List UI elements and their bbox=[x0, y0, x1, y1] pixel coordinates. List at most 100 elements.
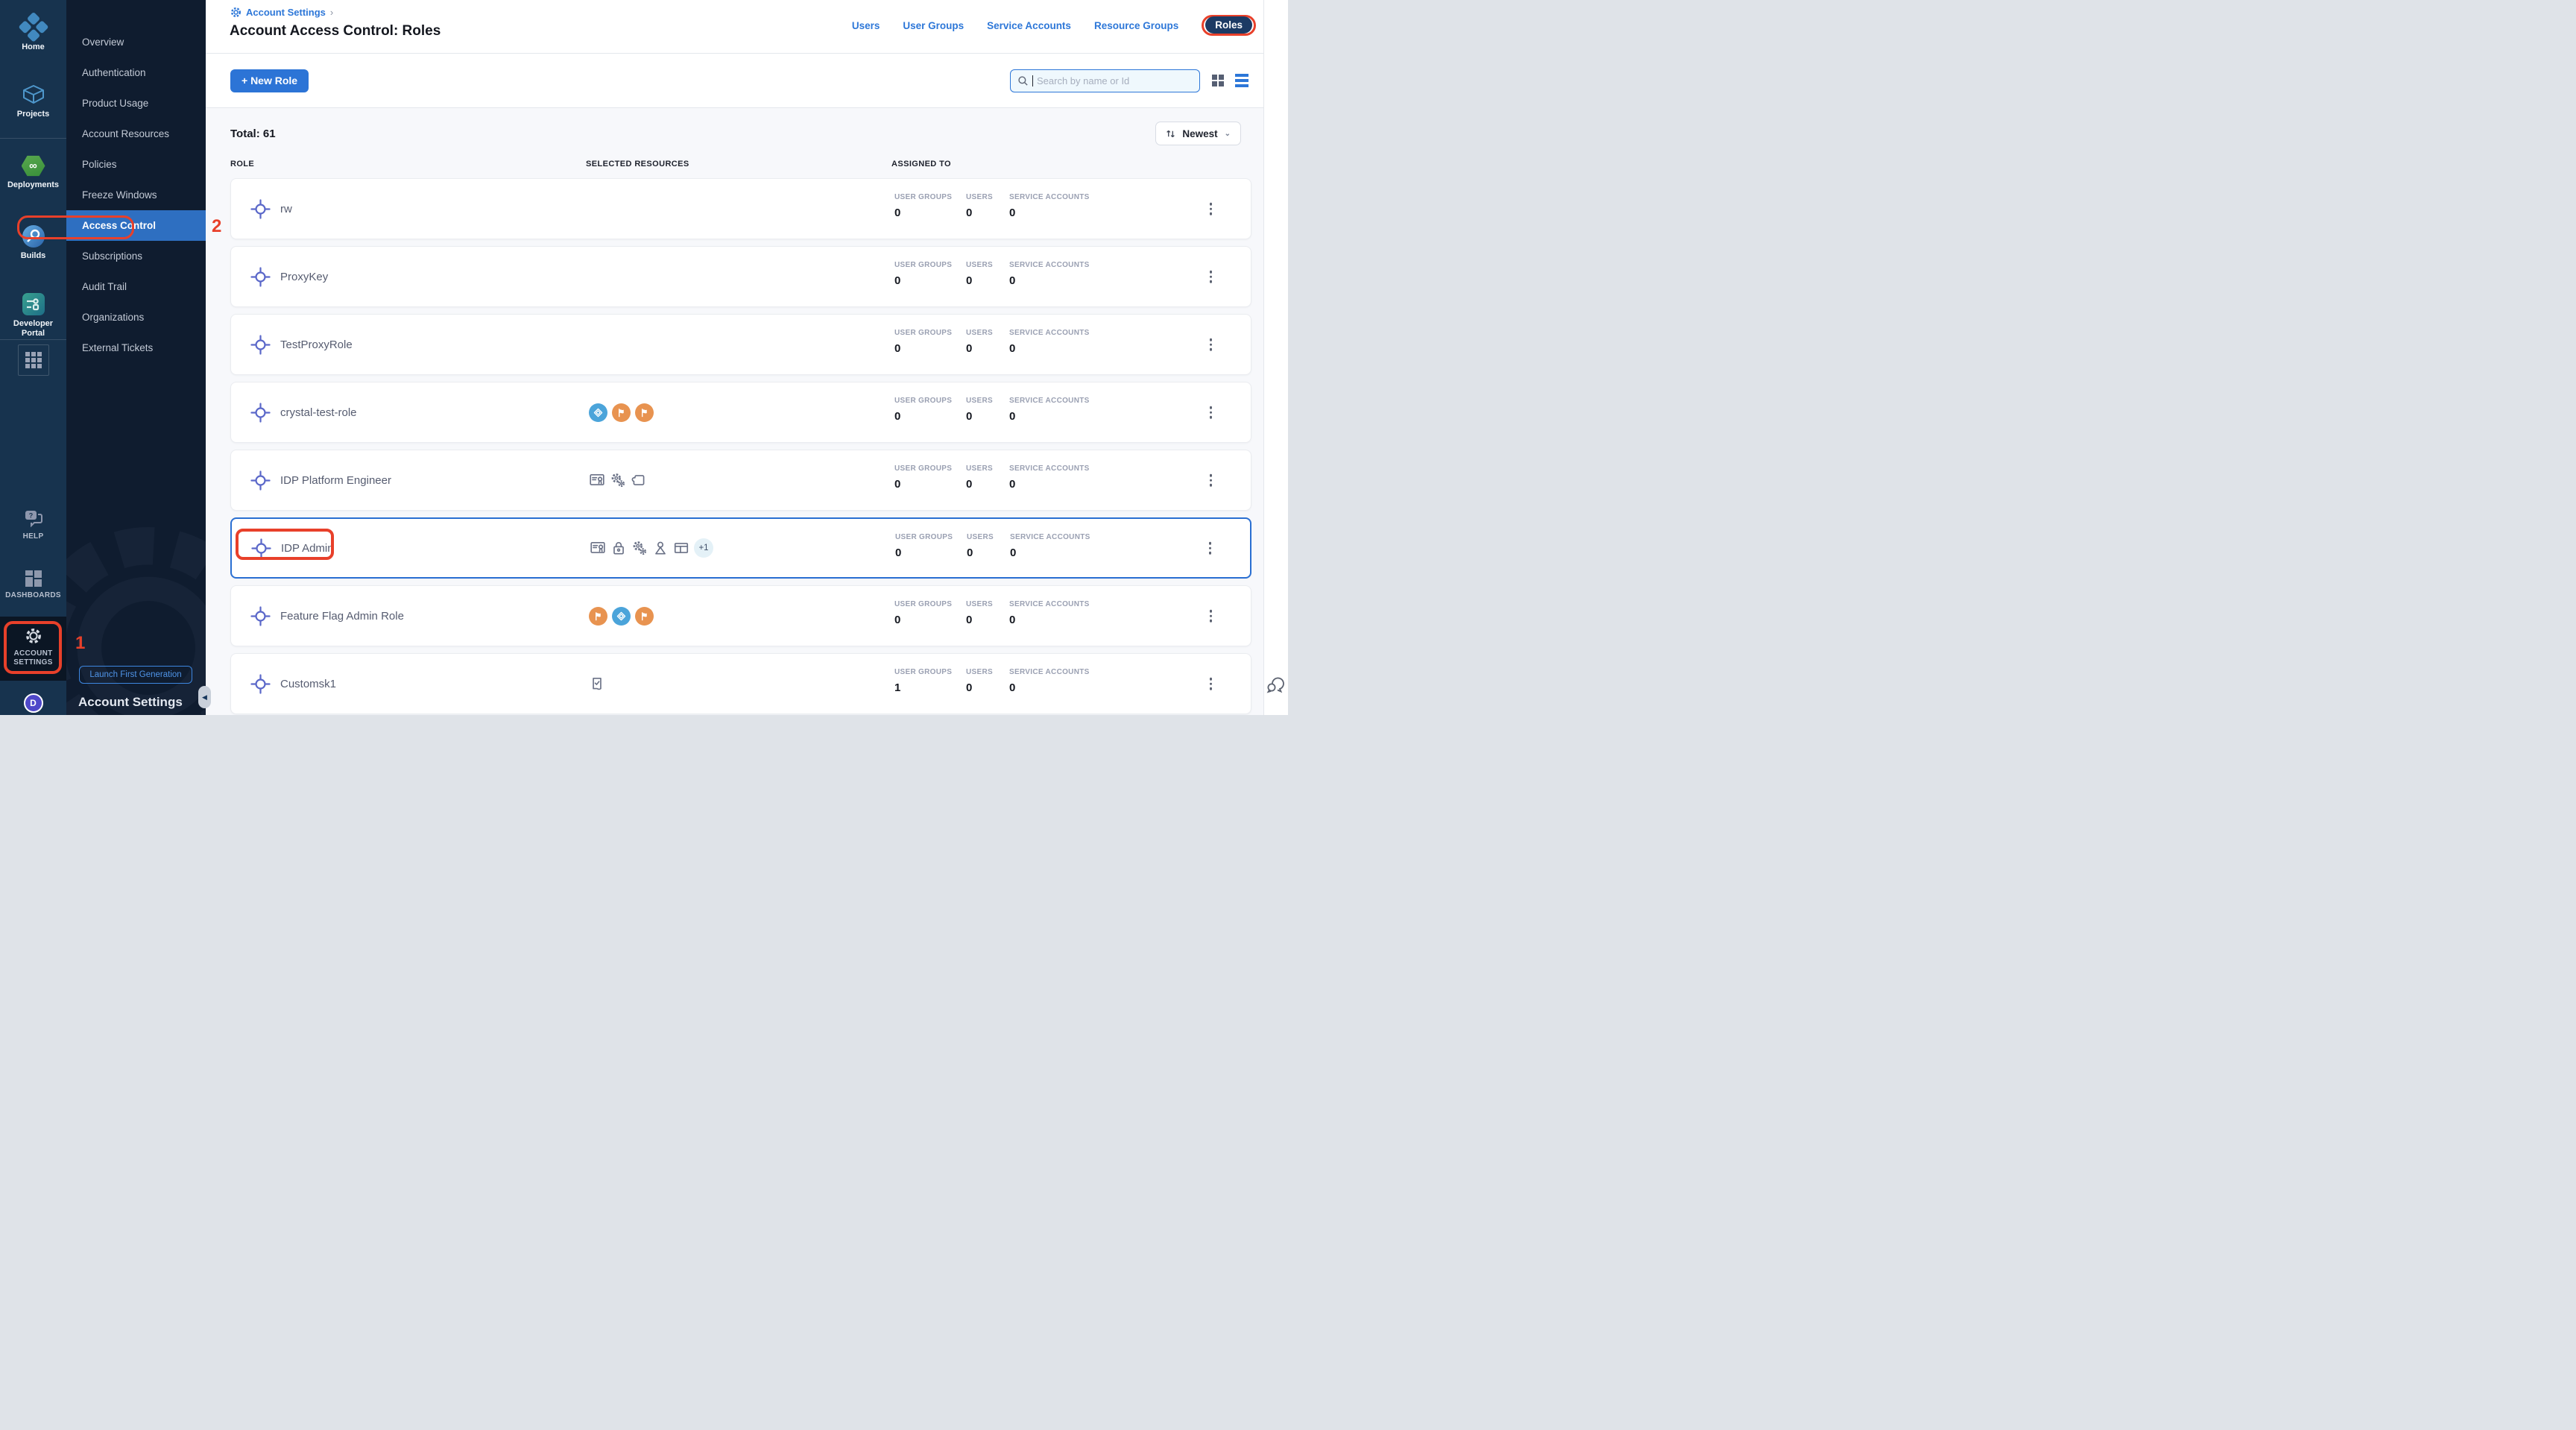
checklist-icon bbox=[589, 675, 605, 692]
nav-help[interactable]: ? HELP bbox=[0, 508, 66, 541]
row-menu-kebab-icon[interactable] bbox=[1207, 675, 1216, 693]
nav-projects[interactable]: Projects bbox=[0, 84, 66, 119]
sidebar-item-account-resources[interactable]: Account Resources bbox=[66, 119, 206, 149]
service-accounts-label: SERVICE ACCOUNTS bbox=[1009, 329, 1121, 337]
column-selected-resources: SELECTED RESOURCES bbox=[586, 160, 689, 168]
assigned-to-stats: USER GROUPS0 USERS0 SERVICE ACCOUNTS0 bbox=[894, 464, 1121, 491]
users-label: USERS bbox=[966, 193, 1009, 201]
list-view-icon[interactable] bbox=[1235, 74, 1248, 87]
selected-resources-cell bbox=[589, 450, 647, 510]
user-groups-label: USER GROUPS bbox=[894, 261, 966, 269]
sidebar-item-audit-trail[interactable]: Audit Trail bbox=[66, 271, 206, 302]
sidebar-item-policies[interactable]: Policies bbox=[66, 149, 206, 180]
role-cell: ProxyKey bbox=[250, 247, 328, 306]
sidebar-menu: Overview Authentication Product Usage Ac… bbox=[66, 27, 206, 363]
tab-user-groups[interactable]: User Groups bbox=[903, 20, 964, 31]
sidebar-item-external-tickets[interactable]: External Tickets bbox=[66, 333, 206, 363]
nav-home-label: Home bbox=[0, 42, 66, 52]
role-row[interactable]: Customsk1 USER GROUPS1 USERS0 SERVICE AC… bbox=[230, 653, 1251, 714]
selected-resources-cell bbox=[589, 382, 654, 442]
assigned-to-stats: USER GROUPS0 USERS0 SERVICE ACCOUNTS0 bbox=[894, 329, 1121, 355]
breadcrumb[interactable]: Account Settings › bbox=[230, 7, 333, 18]
user-groups-label: USER GROUPS bbox=[894, 329, 966, 337]
service-accounts-label: SERVICE ACCOUNTS bbox=[1009, 261, 1121, 269]
nav-developer-portal-label: Developer Portal bbox=[7, 319, 60, 338]
user-avatar[interactable]: D bbox=[24, 693, 43, 713]
assigned-to-stats: USER GROUPS0 USERS0 SERVICE ACCOUNTS0 bbox=[894, 261, 1121, 287]
developer-portal-icon bbox=[0, 293, 66, 315]
sidebar-item-freeze-windows[interactable]: Freeze Windows bbox=[66, 180, 206, 210]
page-header: Account Settings › Account Access Contro… bbox=[206, 0, 1263, 54]
role-row[interactable]: rw USER GROUPS0 USERS0 SERVICE ACCOUNTS0 bbox=[230, 178, 1251, 239]
user-groups-value: 0 bbox=[894, 410, 966, 423]
row-menu-kebab-icon[interactable] bbox=[1207, 268, 1216, 286]
nav-apps-launcher[interactable] bbox=[0, 344, 66, 376]
person-icon bbox=[652, 540, 669, 556]
service-accounts-value: 0 bbox=[1009, 342, 1121, 355]
sidebar-item-product-usage[interactable]: Product Usage bbox=[66, 88, 206, 119]
right-utility-rail bbox=[1263, 0, 1288, 715]
sort-dropdown[interactable]: Newest ⌄ bbox=[1155, 122, 1241, 145]
role-row[interactable]: ProxyKey USER GROUPS0 USERS0 SERVICE ACC… bbox=[230, 246, 1251, 307]
row-menu-kebab-icon[interactable] bbox=[1206, 539, 1215, 558]
gear-icon bbox=[230, 7, 242, 18]
grid-view-icon[interactable] bbox=[1212, 75, 1224, 86]
sidebar-item-overview[interactable]: Overview bbox=[66, 27, 206, 57]
column-assigned-to: ASSIGNED TO bbox=[891, 160, 951, 168]
tab-service-accounts[interactable]: Service Accounts bbox=[987, 20, 1071, 31]
nav-deployments[interactable]: ∞ Deployments bbox=[0, 155, 66, 190]
assigned-to-stats: USER GROUPS0 USERS0 SERVICE ACCOUNTS0 bbox=[895, 533, 1122, 559]
users-label: USERS bbox=[967, 533, 1010, 541]
users-value: 0 bbox=[966, 410, 1009, 423]
service-accounts-label: SERVICE ACCOUNTS bbox=[1009, 193, 1121, 201]
tab-users[interactable]: Users bbox=[852, 20, 880, 31]
rail-divider bbox=[0, 138, 66, 139]
nav-home[interactable]: Home bbox=[0, 16, 66, 52]
users-value: 0 bbox=[966, 478, 1009, 491]
chat-support-icon[interactable] bbox=[1266, 674, 1286, 694]
row-menu-kebab-icon[interactable] bbox=[1207, 607, 1216, 626]
user-groups-value: 0 bbox=[894, 207, 966, 219]
user-groups-label: USER GROUPS bbox=[894, 397, 966, 405]
role-crosshair-icon bbox=[250, 470, 271, 491]
app-window: Home Projects ∞ Deployments Builds Devel… bbox=[0, 0, 1288, 715]
service-accounts-value: 0 bbox=[1009, 681, 1121, 694]
breadcrumb-chevron: › bbox=[330, 7, 333, 18]
role-cell: TestProxyRole bbox=[250, 315, 353, 374]
nav-dashboards[interactable]: DASHBOARDS bbox=[0, 570, 66, 600]
role-crosshair-icon bbox=[250, 335, 271, 355]
role-row[interactable]: Feature Flag Admin Role USER GROUPS0 USE… bbox=[230, 585, 1251, 646]
gears-icon bbox=[610, 472, 626, 488]
gears-icon bbox=[631, 540, 648, 556]
user-groups-label: USER GROUPS bbox=[894, 193, 966, 201]
search-input[interactable]: Search by name or Id bbox=[1010, 69, 1200, 92]
selected-resources-cell bbox=[589, 586, 654, 646]
role-row[interactable]: IDP Admin +1 USER GROUPS0 USERS0 SERVICE… bbox=[230, 517, 1251, 579]
main-content: Account Settings › Account Access Contro… bbox=[206, 0, 1263, 715]
service-accounts-value: 0 bbox=[1009, 274, 1121, 287]
role-row[interactable]: IDP Platform Engineer USER GROUPS0 USERS… bbox=[230, 450, 1251, 511]
search-placeholder: Search by name or Id bbox=[1037, 75, 1129, 86]
sidebar-item-authentication[interactable]: Authentication bbox=[66, 57, 206, 88]
stack-badge-icon bbox=[612, 607, 631, 626]
sort-arrows-icon bbox=[1166, 129, 1175, 139]
service-accounts-label: SERVICE ACCOUNTS bbox=[1009, 397, 1121, 405]
row-menu-kebab-icon[interactable] bbox=[1207, 200, 1216, 218]
tab-resource-groups[interactable]: Resource Groups bbox=[1094, 20, 1178, 31]
nav-developer-portal[interactable]: Developer Portal bbox=[0, 293, 66, 338]
sidebar-collapse-toggle[interactable]: ◀ bbox=[198, 686, 211, 708]
roles-list: rw USER GROUPS0 USERS0 SERVICE ACCOUNTS0… bbox=[230, 178, 1251, 715]
more-resources-badge[interactable]: +1 bbox=[694, 538, 713, 558]
row-menu-kebab-icon[interactable] bbox=[1207, 336, 1216, 354]
role-row[interactable]: TestProxyRole USER GROUPS0 USERS0 SERVIC… bbox=[230, 314, 1251, 375]
tab-roles[interactable]: Roles bbox=[1205, 16, 1252, 34]
user-groups-label: USER GROUPS bbox=[895, 533, 967, 541]
account-settings-sidebar: Overview Authentication Product Usage Ac… bbox=[66, 0, 206, 715]
sidebar-item-organizations[interactable]: Organizations bbox=[66, 302, 206, 333]
launch-first-generation-button[interactable]: Launch First Generation bbox=[79, 666, 192, 684]
row-menu-kebab-icon[interactable] bbox=[1207, 403, 1216, 422]
row-menu-kebab-icon[interactable] bbox=[1207, 471, 1216, 490]
new-role-button[interactable]: + New Role bbox=[230, 69, 309, 92]
sidebar-item-subscriptions[interactable]: Subscriptions bbox=[66, 241, 206, 271]
role-row[interactable]: crystal-test-role USER GROUPS0 USERS0 SE… bbox=[230, 382, 1251, 443]
